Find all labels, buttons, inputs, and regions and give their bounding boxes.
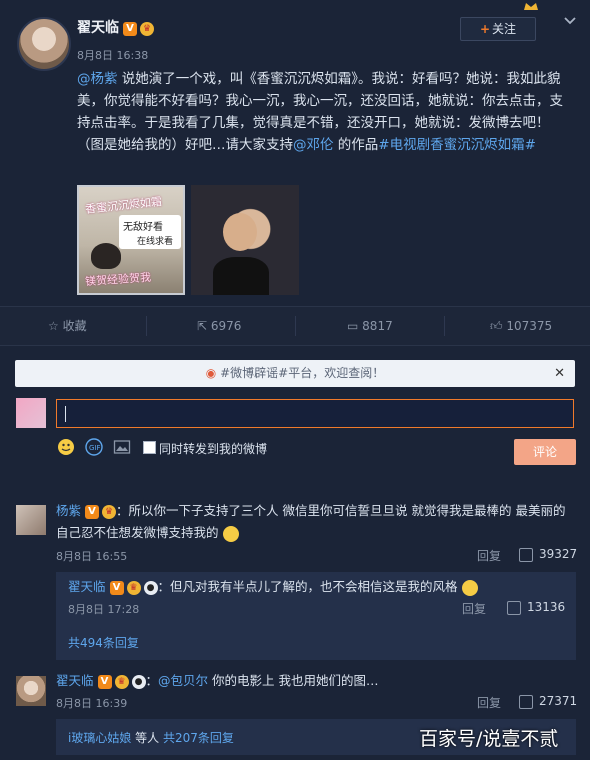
- comment-2-text: 翟天临 V ♛ ● ：@包贝尔 你的电影上 我也用她们的图…: [56, 673, 379, 689]
- close-icon[interactable]: ✕: [554, 360, 565, 387]
- panda-badge-icon: ●: [131, 674, 146, 689]
- reply-1-reply-button[interactable]: 回复: [462, 600, 486, 617]
- comment-1-reply-button[interactable]: 回复: [477, 547, 501, 564]
- more-replies-link[interactable]: 共494条回复: [68, 634, 139, 651]
- member-crown-icon: ♛: [114, 674, 129, 689]
- image-face: [223, 213, 257, 251]
- verified-v-icon: V: [97, 674, 112, 689]
- thumbs-up-icon: [519, 547, 533, 562]
- svg-text:GIF: GIF: [89, 444, 101, 452]
- reply-1-text: 翟天临 V ♛ ● ：但凡对我有半点儿了解的，也不会相信这是我的风格: [68, 576, 568, 598]
- watermark: 百家号/说壹不贰: [419, 728, 559, 750]
- post-image-2[interactable]: [191, 185, 299, 295]
- comment-2-mention[interactable]: @包贝尔: [158, 673, 208, 688]
- more-replies-link-2[interactable]: 共207条回复: [163, 731, 234, 745]
- image-icon[interactable]: [113, 438, 131, 456]
- rumor-notice-bar[interactable]: ◉ #微博辟谣#平台，欢迎查阅！ ✕: [15, 360, 575, 387]
- divider: [295, 316, 296, 336]
- verified-v-icon: V: [109, 580, 124, 595]
- panda-badge-icon: ●: [143, 580, 158, 595]
- post-action-bar: ☆ 收藏 ⇱ 6976 ▭ 8817 👍︎ 107375: [0, 306, 590, 346]
- member-crown-icon: ♛: [140, 21, 154, 36]
- verified-v-icon: V: [85, 504, 100, 519]
- post-image-1[interactable]: 香蜜沉沉烬如霜 无敌好看 在线求看 镁贺经验贺我: [77, 185, 185, 295]
- reply-1-time: 8月8日 17:28: [68, 603, 140, 616]
- thumbs-up-icon: [519, 694, 533, 709]
- submit-comment-button[interactable]: 评论: [514, 439, 576, 465]
- repost-icon: ⇱: [197, 319, 208, 333]
- reply-summary: i玻璃心姑娘 等人 共207条回复: [68, 731, 234, 745]
- post-author-name[interactable]: 翟天临: [77, 20, 119, 36]
- post-text-segment: 的作品: [333, 137, 379, 153]
- comment-icon: ▭: [347, 319, 359, 333]
- comment-input[interactable]: [56, 399, 574, 428]
- reply-1-like-button[interactable]: 13136: [507, 600, 565, 615]
- thumbs-up-icon: [507, 600, 521, 615]
- emoji-icon[interactable]: [57, 438, 75, 456]
- comment-1-like-button[interactable]: 39327: [519, 547, 577, 562]
- reply-summary-user[interactable]: i玻璃心姑娘: [68, 731, 131, 745]
- comment-action[interactable]: ▭ 8817: [347, 307, 393, 345]
- smile-emoji-icon: [222, 525, 239, 542]
- plus-icon: +: [479, 22, 491, 36]
- collapse-chevron-icon[interactable]: [563, 14, 577, 28]
- repost-action[interactable]: ⇱ 6976: [197, 307, 241, 345]
- text-caret: [65, 406, 66, 422]
- image-figure: [91, 243, 121, 269]
- post-text-link[interactable]: @杨紫: [77, 71, 118, 87]
- decoration-crown-icon: [523, 0, 539, 10]
- comment-2-reply-button[interactable]: 回复: [477, 694, 501, 711]
- commenter-avatar[interactable]: [16, 505, 46, 535]
- image-text-title: 香蜜沉沉烬如霜: [84, 195, 163, 216]
- image-suit: [213, 257, 269, 295]
- sync-repost-label: 同时转发到我的微博: [159, 442, 268, 456]
- post-text: @杨紫 说她演了一个戏，叫《香蜜沉沉烬如霜》。我说：好看吗？她说：我如此貌美，你…: [77, 68, 572, 156]
- my-avatar: [16, 398, 46, 428]
- follow-button[interactable]: + 关注: [460, 17, 536, 41]
- member-crown-icon: ♛: [102, 504, 117, 519]
- weibo-icon: ◉: [205, 366, 217, 380]
- member-crown-icon: ♛: [126, 580, 141, 595]
- favorite-action[interactable]: ☆ 收藏: [48, 307, 87, 345]
- reply-1-author[interactable]: 翟天临: [68, 579, 106, 594]
- comment-2-like-button[interactable]: 27371: [519, 694, 577, 709]
- divider: [146, 316, 147, 336]
- like-action[interactable]: 👍︎ 107375: [490, 307, 552, 345]
- sync-repost-checkbox[interactable]: [143, 441, 156, 454]
- commenter-avatar[interactable]: [16, 676, 46, 706]
- star-icon: ☆: [48, 319, 59, 333]
- image-text-bubble-1: 无敌好看: [123, 222, 163, 233]
- divider: [444, 316, 445, 336]
- verified-v-icon: V: [123, 21, 137, 36]
- comment-1-author[interactable]: 杨紫: [56, 503, 81, 518]
- thumbs-up-icon: 👍︎: [490, 319, 503, 333]
- image-text-bubble-2: 在线求看: [137, 237, 174, 247]
- comment-2-time: 8月8日 16:39: [56, 697, 128, 710]
- comment-1-time: 8月8日 16:55: [56, 550, 128, 563]
- image-text-bottom: 镁贺经验贺我: [84, 270, 152, 289]
- thinking-emoji-icon: [461, 579, 478, 596]
- author-avatar[interactable]: [17, 17, 71, 71]
- post-text-link[interactable]: #电视剧香蜜沉沉烬如霜#: [378, 137, 536, 153]
- post-author-row: 翟天临 V ♛: [77, 17, 154, 37]
- gif-icon[interactable]: GIF: [85, 438, 103, 456]
- post-time[interactable]: 8月8日 16:38: [77, 47, 148, 63]
- comment-2-author[interactable]: 翟天临: [56, 673, 94, 688]
- comment-1-text: 杨紫 V ♛ ：所以你一下子支持了三个人 微信里你可信誓旦旦说 就觉得我是最棒的 最美…: [56, 503, 566, 542]
- post-text-link[interactable]: @邓伦: [293, 137, 334, 153]
